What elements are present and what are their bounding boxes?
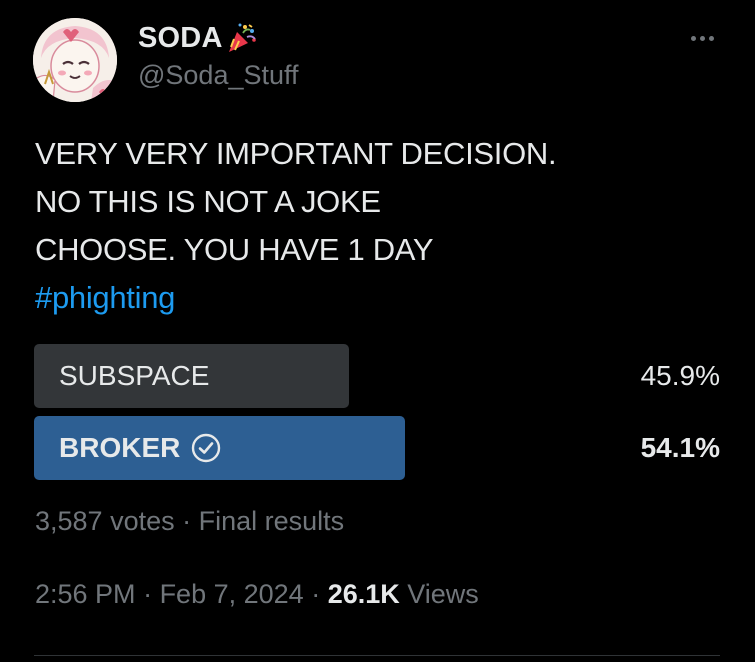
tweet: SODA @Soda_Stuff VERY VERY IMPORTANT DEC… <box>0 0 755 662</box>
divider <box>34 655 720 656</box>
separator-dot: · <box>303 579 328 609</box>
poll-option-label: BROKER <box>59 432 181 463</box>
party-popper-icon <box>228 23 256 52</box>
author-name-row[interactable]: SODA <box>138 20 259 56</box>
author-display-name[interactable]: SODA <box>138 22 223 55</box>
views-count[interactable]: 26.1K <box>328 579 400 609</box>
poll-option-percent: 45.9% <box>640 360 720 391</box>
tweet-date[interactable]: Feb 7, 2024 <box>160 579 304 609</box>
hashtag-link[interactable]: #phighting <box>35 274 556 322</box>
separator-dot: · <box>135 579 160 609</box>
avatar-image <box>33 18 117 102</box>
tweet-meta: 2:56 PM · Feb 7, 2024 · 26.1K Views <box>35 579 479 610</box>
more-horizontal-icon <box>690 35 696 41</box>
tweet-text-line: NO THIS IS NOT A JOKE <box>35 184 381 219</box>
poll-option-percent: 54.1% <box>640 432 720 463</box>
separator-dot: · <box>174 506 199 536</box>
tweet-time[interactable]: 2:56 PM <box>35 579 136 609</box>
check-circle-icon <box>192 433 221 463</box>
tweet-text-line: CHOOSE. YOU HAVE 1 DAY <box>35 232 434 267</box>
views-label[interactable]: Views <box>400 579 479 609</box>
poll-option-label: SUBSPACE <box>59 360 210 391</box>
author-handle[interactable]: @Soda_Stuff <box>138 60 299 91</box>
poll-status: Final results <box>198 506 345 536</box>
poll-vote-count: 3,587 votes <box>35 506 175 536</box>
poll-option-winner: BROKER <box>59 416 222 480</box>
tweet-text-line: VERY VERY IMPORTANT DECISION. <box>35 136 557 171</box>
poll-option-broker: BROKER 54.1% <box>34 416 720 480</box>
tweet-text: VERY VERY IMPORTANT DECISION. NO THIS IS… <box>35 130 557 322</box>
more-options-button[interactable] <box>682 24 722 52</box>
poll-option-subspace: SUBSPACE 45.9% <box>34 344 720 408</box>
poll-meta: 3,587 votes · Final results <box>35 506 344 537</box>
avatar[interactable] <box>33 18 117 102</box>
